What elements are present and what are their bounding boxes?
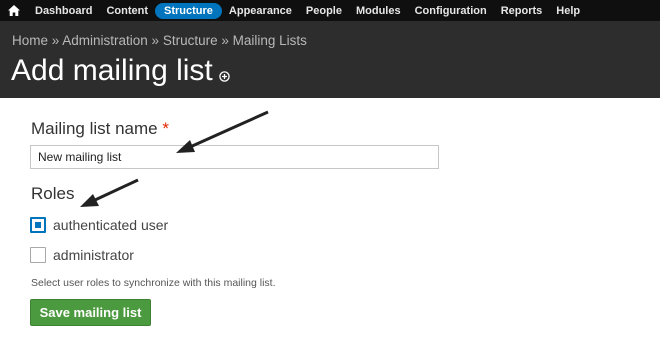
nav-appearance[interactable]: Appearance <box>222 3 299 19</box>
role-administrator-label[interactable]: administrator <box>53 247 134 263</box>
role-authenticated-user[interactable]: authenticated user <box>30 217 168 233</box>
nav-content[interactable]: Content <box>99 3 155 19</box>
save-mailing-list-button[interactable]: Save mailing list <box>30 299 151 326</box>
role-administrator-checkbox[interactable] <box>30 247 46 263</box>
annotation-arrow-name <box>189 110 269 149</box>
mailing-list-name-label: Mailing list name * <box>31 119 169 139</box>
nav-help[interactable]: Help <box>549 3 587 19</box>
nav-dashboard[interactable]: Dashboard <box>28 3 99 19</box>
home-icon[interactable] <box>0 0 28 21</box>
mailing-list-name-label-text: Mailing list name <box>31 119 158 138</box>
page-header: Home » Administration » Structure » Mail… <box>0 21 660 98</box>
role-authenticated-user-label[interactable]: authenticated user <box>53 217 168 233</box>
roles-help-text: Select user roles to synchronize with th… <box>31 277 276 289</box>
annotation-arrow-roles <box>94 178 139 202</box>
checkbox-checked-mark <box>35 222 41 228</box>
nav-reports[interactable]: Reports <box>494 3 550 19</box>
admin-toolbar: Dashboard Content Structure Appearance P… <box>0 0 660 21</box>
role-administrator[interactable]: administrator <box>30 247 134 263</box>
roles-label: Roles <box>31 184 75 203</box>
page-title: Add mailing list <box>11 54 213 87</box>
add-shortcut-icon[interactable] <box>219 69 230 82</box>
nav-people[interactable]: People <box>299 3 349 19</box>
breadcrumb[interactable]: Home » Administration » Structure » Mail… <box>12 33 307 48</box>
nav-configuration[interactable]: Configuration <box>408 3 494 19</box>
annotation-arrowhead-roles <box>80 194 99 207</box>
nav-structure[interactable]: Structure <box>155 2 222 19</box>
mailing-list-name-input[interactable] <box>30 145 439 169</box>
required-marker: * <box>162 119 169 138</box>
role-authenticated-user-checkbox[interactable] <box>30 217 46 233</box>
nav-modules[interactable]: Modules <box>349 3 408 19</box>
